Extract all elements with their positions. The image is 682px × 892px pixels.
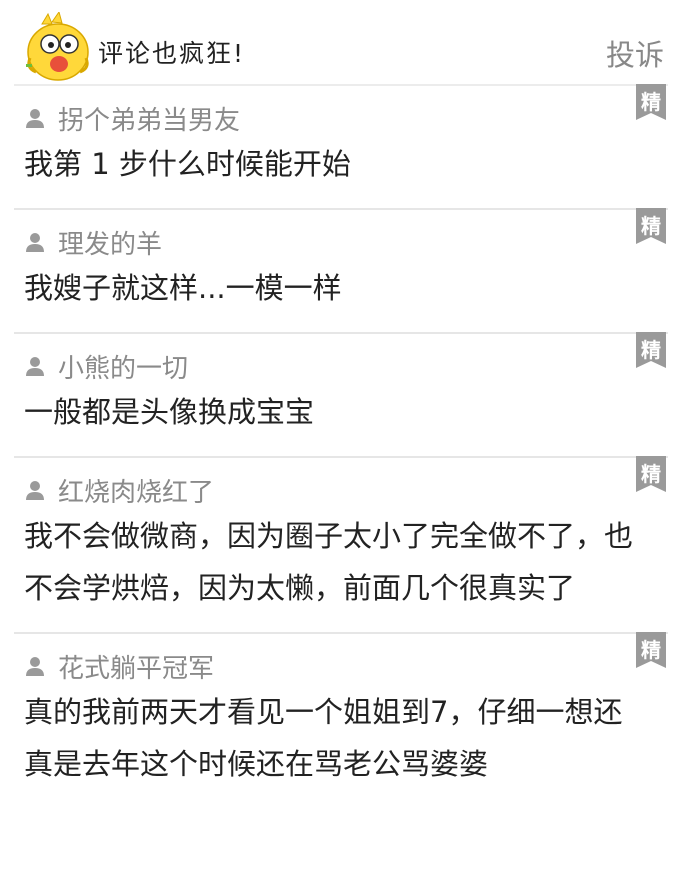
comment-username[interactable]: 拐个弟弟当男友 (58, 100, 240, 137)
comment-item: 理发的羊 我嫂子就这样...一模一样 精 (14, 208, 668, 332)
comment-username[interactable]: 理发的羊 (58, 224, 162, 261)
badge-label: 精 (641, 338, 661, 362)
chick-mascot-icon (26, 12, 89, 81)
comment-user-row: 红烧肉烧红了 (24, 472, 658, 508)
badge-label: 精 (641, 462, 661, 486)
comment-text: 我第 1 步什么时候能开始 (24, 147, 351, 181)
comment-text: 我不会做微商，因为圈子太小了完全做不了，也不会学烘焙，因为太懒，前面几个很真实了 (24, 519, 634, 605)
comment-item: 小熊的一切 一般都是头像换成宝宝 精 (14, 332, 668, 456)
comment-text: 真的我前两天才看见一个姐姐到7，仔细一想还真是去年这个时候还在骂老公骂婆婆 (24, 695, 623, 781)
user-icon (26, 481, 44, 500)
comment-user-row: 理发的羊 (24, 224, 658, 260)
featured-badge: 精 (636, 332, 666, 368)
page-title: 评论也疯狂! (98, 39, 246, 68)
featured-badge: 精 (636, 632, 666, 668)
comment-username[interactable]: 小熊的一切 (58, 348, 188, 385)
comment-username[interactable]: 红烧肉烧红了 (58, 472, 214, 509)
comment-user-row: 花式躺平冠军 (24, 648, 658, 684)
comment-text: 一般都是头像换成宝宝 (24, 395, 315, 429)
badge-label: 精 (641, 90, 661, 114)
comment-user-row: 小熊的一切 (24, 348, 658, 384)
comment-user-row: 拐个弟弟当男友 (24, 100, 658, 136)
report-button[interactable]: 投诉 (606, 32, 664, 74)
user-icon (26, 357, 44, 376)
user-icon (26, 233, 44, 252)
comment-item: 红烧肉烧红了 我不会做微商，因为圈子太小了完全做不了，也不会学烘焙，因为太懒，前… (14, 456, 668, 632)
featured-badge: 精 (636, 208, 666, 244)
comment-username[interactable]: 花式躺平冠军 (58, 648, 214, 685)
user-icon (26, 657, 44, 676)
badge-label: 精 (641, 214, 661, 238)
featured-badge: 精 (636, 456, 666, 492)
featured-badge: 精 (636, 84, 666, 120)
comment-list: 拐个弟弟当男友 我第 1 步什么时候能开始 精 理发的羊 我嫂子就这样...一模… (0, 84, 682, 808)
badge-label: 精 (641, 638, 661, 662)
header: 评论也疯狂! 投诉 (0, 0, 682, 84)
comment-item: 花式躺平冠军 真的我前两天才看见一个姐姐到7，仔细一想还真是去年这个时候还在骂老… (14, 632, 668, 808)
comment-text: 我嫂子就这样...一模一样 (24, 271, 342, 305)
user-icon (26, 109, 44, 128)
comment-item: 拐个弟弟当男友 我第 1 步什么时候能开始 精 (14, 84, 668, 208)
